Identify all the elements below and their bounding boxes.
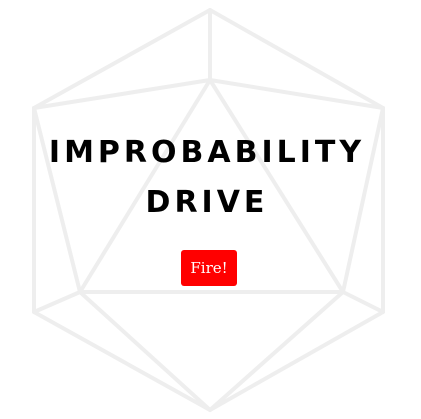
page-title: IMPROBABILITY DRIVE bbox=[0, 128, 414, 228]
title-line-2: DRIVE bbox=[145, 185, 269, 220]
die-edge bbox=[32, 290, 82, 314]
die-edge bbox=[208, 290, 345, 412]
title-line-1: IMPROBABILITY bbox=[48, 135, 366, 170]
fire-button[interactable]: Fire! bbox=[181, 250, 237, 286]
die-edge bbox=[78, 290, 212, 412]
die-edge bbox=[341, 290, 385, 314]
main-stage: IMPROBABILITY DRIVE Fire! bbox=[0, 0, 421, 419]
